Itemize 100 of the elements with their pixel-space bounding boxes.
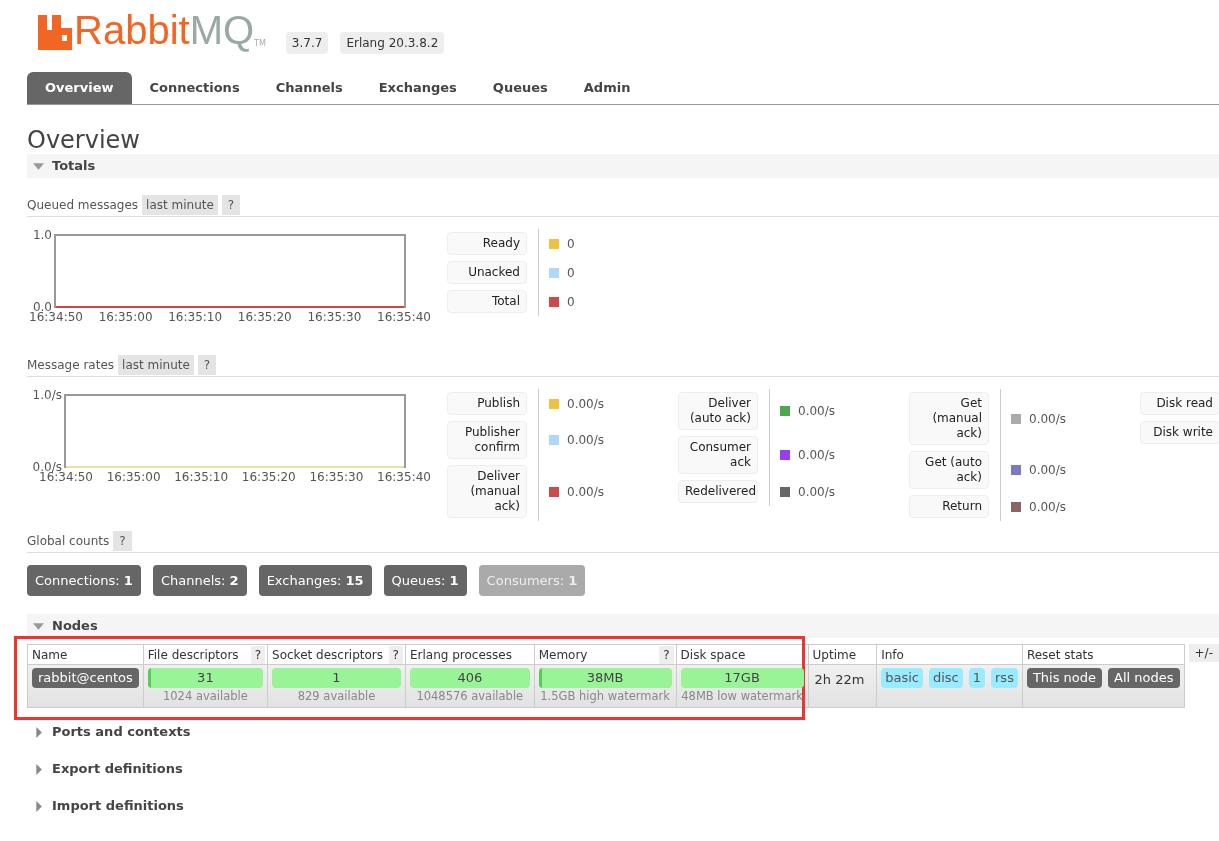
x-tick-label: 16:35:30 xyxy=(307,310,362,324)
y-tick-label: 1.0 xyxy=(32,229,52,242)
reset-stats-button[interactable]: All nodes xyxy=(1108,668,1180,688)
help-button[interactable]: ? xyxy=(659,645,674,664)
range-selector[interactable]: last minute xyxy=(142,195,218,215)
section-header[interactable]: Ports and contexts xyxy=(27,720,1219,744)
legend-label: Publisher confirm xyxy=(447,421,527,459)
section-title: Nodes xyxy=(52,617,98,636)
usage-bar: 406 xyxy=(409,668,530,688)
legend-value: 0.00/s xyxy=(1029,462,1066,479)
column-title: Info xyxy=(881,646,904,664)
caret-right-icon xyxy=(33,726,44,738)
y-tick-label: 1.0/s xyxy=(32,389,62,402)
count-button[interactable]: Queues: 1 xyxy=(383,565,467,596)
column-title: File descriptors xyxy=(147,646,239,664)
legend-label: Total xyxy=(447,290,527,313)
info-tag: rss xyxy=(991,668,1018,688)
count-button[interactable]: Channels: 2 xyxy=(152,565,247,596)
x-tick-label: 16:35:40 xyxy=(377,310,431,324)
usage-bar: 1 xyxy=(272,668,401,688)
legend-value: 0.00/s xyxy=(567,483,604,501)
nav-tab[interactable]: Channels xyxy=(257,72,361,104)
column-title: Socket descriptors xyxy=(272,646,383,664)
info-tag: disc xyxy=(928,668,963,688)
column-title: Name xyxy=(32,646,68,664)
subsection-label: Message rates xyxy=(27,357,115,374)
section-header[interactable]: Export definitions xyxy=(27,757,1219,781)
help-button[interactable]: ? xyxy=(388,645,403,664)
section-header[interactable]: Nodes xyxy=(27,614,1219,638)
version-badge: 3.7.7 xyxy=(285,32,329,54)
help-button[interactable]: ? xyxy=(197,355,217,375)
x-tick-label: 16:35:30 xyxy=(309,470,364,484)
nav-tab[interactable]: Overview xyxy=(27,72,132,104)
usage-note: 1.5GB high watermark xyxy=(539,688,671,704)
legend-label: Consumer ack xyxy=(678,436,758,474)
column-title: Disk space xyxy=(680,646,746,664)
legend-value: 0.00/s xyxy=(798,447,835,464)
usage-note: 48MB low watermark xyxy=(680,688,804,704)
usage-bar: 38MB xyxy=(538,668,672,688)
legend-value: 0.00/s xyxy=(1029,498,1066,516)
legend-label: Deliver (manual ack) xyxy=(447,465,527,518)
nav-tab[interactable]: Connections xyxy=(131,72,258,104)
nav-tab[interactable]: Admin xyxy=(565,72,649,104)
caret-down-icon xyxy=(33,620,44,632)
help-button[interactable]: ? xyxy=(221,195,241,215)
section-title: Export definitions xyxy=(52,760,183,779)
legend-value: 0.00/s xyxy=(798,403,835,420)
uptime-cell: 2h 22m xyxy=(808,664,877,708)
subsection-label: Global counts xyxy=(27,533,110,550)
x-tick-label: 16:35:10 xyxy=(174,470,229,484)
usage-note: 1024 available xyxy=(161,688,249,704)
nav-tab[interactable]: Exchanges xyxy=(360,72,475,104)
x-tick-label: 16:35:20 xyxy=(241,470,296,484)
logo-text: MQ xyxy=(189,10,255,50)
reset-stats-button[interactable]: This node xyxy=(1026,668,1103,688)
count-button[interactable]: Connections: 1 xyxy=(27,565,141,596)
usage-bar: 31 xyxy=(147,668,264,688)
x-tick-label: 16:35:00 xyxy=(106,470,161,484)
y-tick-label: 0.0/s xyxy=(32,460,62,474)
legend-label: Disk write xyxy=(1140,421,1219,444)
caret-right-icon xyxy=(33,763,44,775)
x-tick-label: 16:35:20 xyxy=(237,310,292,324)
column-title: Memory xyxy=(538,646,588,664)
rabbit-logo-icon xyxy=(38,15,72,50)
node-name-button[interactable]: rabbit@centos xyxy=(32,668,139,688)
help-button[interactable]: ? xyxy=(250,645,266,664)
caret-down-icon xyxy=(33,160,44,172)
section-title: Ports and contexts xyxy=(52,723,191,742)
nav-tab[interactable]: Queues xyxy=(474,72,566,104)
logo-text: Rabbit xyxy=(74,10,190,50)
column-title: Uptime xyxy=(812,646,857,664)
column-title: Reset stats xyxy=(1026,646,1094,664)
legend-label: Publish xyxy=(447,392,527,415)
info-tag: basic xyxy=(881,668,923,688)
usage-bar: 17GB xyxy=(680,668,804,688)
legend-value: 0 xyxy=(567,264,575,282)
legend-label: Disk read xyxy=(1140,392,1219,415)
columns-toggle-button[interactable]: +/- xyxy=(1188,644,1219,662)
legend-value: 0.00/s xyxy=(1029,410,1066,428)
x-tick-label: 16:35:00 xyxy=(98,310,153,324)
section-header[interactable]: Totals xyxy=(27,154,1219,178)
legend-value: 0.00/s xyxy=(798,483,835,501)
legend-label: Ready xyxy=(447,232,527,255)
section-title: Totals xyxy=(52,157,96,176)
info-tag: 1 xyxy=(968,668,985,688)
usage-note: 1048576 available xyxy=(415,688,525,704)
x-tick-label: 16:35:40 xyxy=(377,470,431,484)
range-selector[interactable]: last minute xyxy=(118,355,194,375)
count-button[interactable]: Exchanges: 15 xyxy=(258,565,372,596)
section-header[interactable]: Import definitions xyxy=(27,794,1219,818)
section-title: Import definitions xyxy=(52,797,184,816)
legend-label: Return xyxy=(909,495,989,518)
legend-value: 0 xyxy=(567,235,575,253)
help-button[interactable]: ? xyxy=(113,531,132,551)
legend-label: Get (manual ack) xyxy=(909,392,989,445)
x-tick-label: 16:35:10 xyxy=(168,310,223,324)
trademark: TM xyxy=(254,40,266,48)
page-title: Overview xyxy=(27,126,141,154)
legend-value: 0.00/s xyxy=(567,395,604,413)
legend-label: Unacked xyxy=(447,261,527,284)
